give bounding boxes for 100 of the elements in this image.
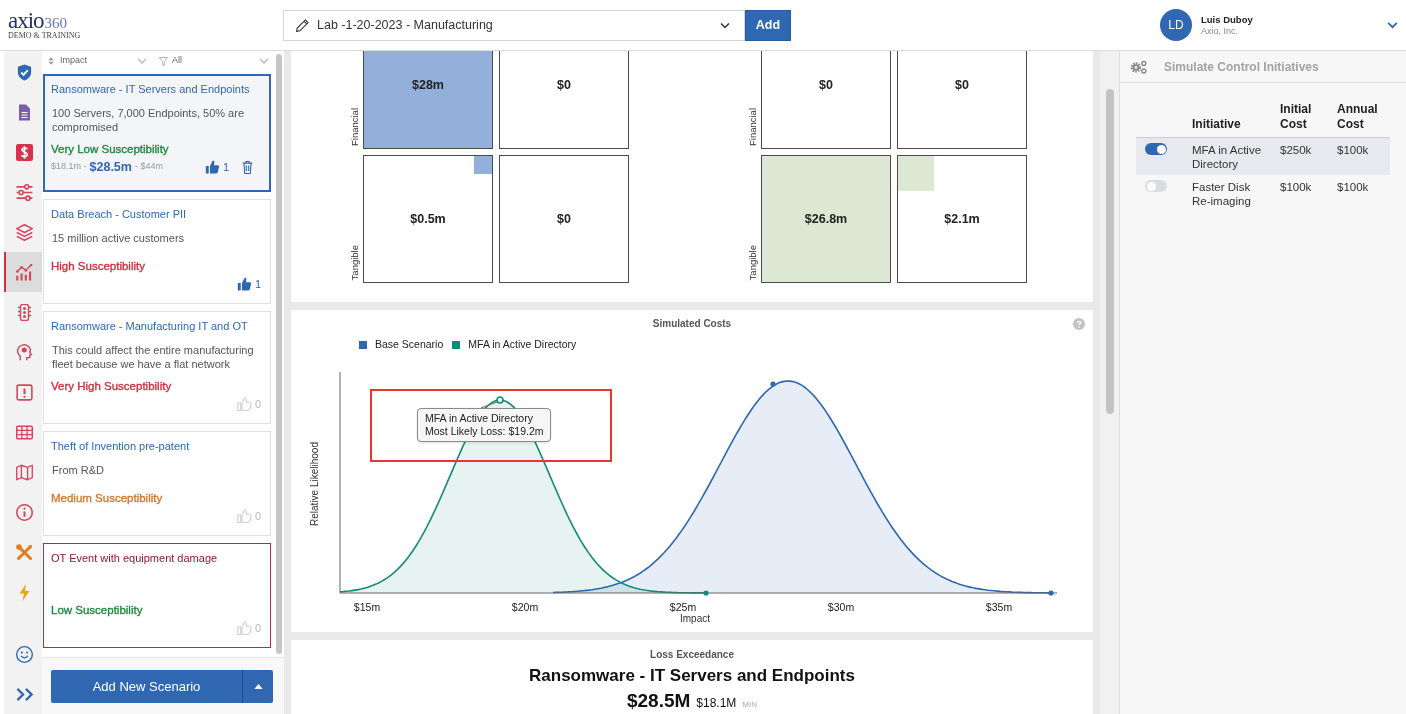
- scenario-title: Ransomware - Manufacturing IT and OT: [51, 319, 248, 333]
- scenario-card[interactable]: Ransomware - Manufacturing IT and OT This could affect the entire manufacturing fleet because we have a flat network Very High Susceptibility 0: [43, 311, 271, 424]
- trash-icon[interactable]: [242, 160, 253, 174]
- pencil-icon: [296, 18, 309, 32]
- double-chevron-icon: [15, 685, 33, 703]
- initial-cost: $250k: [1280, 143, 1313, 157]
- tooltip-series: MFA in Active Directory: [425, 412, 534, 425]
- row-label: Financial: [348, 107, 361, 146]
- max-cost: - $44m: [134, 160, 163, 174]
- chevron-down-icon: [720, 21, 730, 29]
- scenario-description: 15 million active customers: [51, 231, 186, 245]
- initial-cost: $100k: [1280, 180, 1313, 194]
- initiative-name: MFA in Active Directory: [1192, 143, 1263, 171]
- min-cost: $18.1m -: [51, 160, 87, 174]
- table-icon: [15, 423, 33, 441]
- likely-loss: $28.5M: [626, 690, 691, 711]
- shield-check-icon: [15, 63, 33, 81]
- legend-label[interactable]: MFA in Active Directory: [468, 337, 577, 353]
- tools-icon: [15, 543, 33, 561]
- x-tick-label: $30m: [827, 601, 855, 613]
- column-header: Initiative: [1192, 117, 1242, 132]
- cell-value: $0: [819, 76, 833, 94]
- user-company: Axio, Inc.: [1201, 25, 1239, 37]
- scrollbar-thumb[interactable]: [276, 54, 282, 654]
- row-label: Tangible: [746, 244, 759, 280]
- annual-cost: $100k: [1337, 143, 1370, 157]
- tooltip-value: Most Likely Loss: $19.2m: [425, 425, 544, 438]
- initiative-row[interactable]: Faster Disk Re-imaging $100k $100k: [1136, 175, 1390, 212]
- like-button[interactable]: 1: [236, 275, 261, 293]
- panel-title: Simulate Control Initiatives: [1164, 58, 1319, 76]
- scenario-card[interactable]: Ransomware - IT Servers and Endpoints 100 Servers, 7,000 Endpoints, 50% are compromised Very Low Susceptibility $18.1m - $28.5m - $44m 1: [43, 74, 271, 192]
- logo-wordmark: axio: [8, 10, 44, 31]
- filter-dropdown[interactable]: All: [159, 54, 269, 68]
- scenario-description: 100 Servers, 7,000 Endpoints, 50% are compromised: [51, 106, 245, 134]
- x-tick-label: $15m: [353, 601, 381, 613]
- scenario-title: Theft of Invention pre-patent: [51, 439, 190, 453]
- data-point-marker: [770, 381, 776, 387]
- traffic-light-icon: [15, 303, 33, 321]
- add-scenario-button[interactable]: Add New Scenario: [51, 670, 242, 703]
- x-tick-label: $35m: [985, 601, 1013, 613]
- section-title: Loss Exceedance: [650, 649, 734, 661]
- row-label: Tangible: [348, 244, 361, 280]
- bar-chart-icon: [15, 263, 33, 281]
- logo-tagline: DEMO & TRAINING: [8, 30, 81, 40]
- toggle-switch[interactable]: [1145, 180, 1167, 192]
- assessment-dropdown[interactable]: Lab -1-20-2023 - Manufacturing: [283, 9, 745, 41]
- smiley-icon: [15, 645, 33, 663]
- scenario-title: OT Event with equipment damage: [51, 551, 218, 565]
- cell-value: $0.5m: [410, 210, 446, 228]
- data-point-marker[interactable]: [496, 396, 504, 404]
- scenario-card[interactable]: Theft of Invention pre-patent From R&D Medium Susceptibility 0: [43, 431, 271, 536]
- min-label: MIN: [742, 700, 758, 710]
- scenario-description: This could affect the entire manufacturing fleet because we have a flat network: [51, 343, 255, 371]
- chevron-down-icon: [1387, 21, 1398, 29]
- scenario-card[interactable]: Data Breach - Customer PII 15 million active customers High Susceptibility 1: [43, 199, 271, 304]
- user-name: Luis Duboy: [1201, 13, 1253, 26]
- scenario-card[interactable]: OT Event with equipment damage Low Susceptibility 0: [43, 543, 271, 648]
- x-tick-label: $25m: [669, 601, 697, 613]
- column-header: Initial Cost: [1280, 102, 1313, 132]
- data-point-marker: [1048, 590, 1054, 596]
- head-icon: [15, 343, 33, 361]
- sort-icon: [48, 57, 54, 65]
- scenario-title: Ransomware - IT Servers and Endpoints: [51, 82, 250, 96]
- gears-icon: [1130, 59, 1148, 74]
- like-button[interactable]: 1: [204, 158, 229, 176]
- info-icon: [15, 503, 33, 521]
- susceptibility-label: Very Low Susceptibility: [51, 142, 169, 156]
- cell-value: $0: [557, 76, 571, 94]
- x-tick-label: $20m: [511, 601, 539, 613]
- add-button[interactable]: Add: [745, 9, 791, 41]
- column-header: Annual Cost: [1337, 102, 1379, 132]
- x-axis-title: Impact: [680, 613, 710, 624]
- cell-value: $0: [955, 76, 969, 94]
- toggle-switch[interactable]: [1145, 143, 1167, 155]
- dollar-icon: [15, 143, 33, 161]
- scenario-title: Data Breach - Customer PII: [51, 207, 187, 221]
- scrollbar-thumb[interactable]: [1105, 89, 1114, 414]
- cell-value: $2.1m: [944, 210, 980, 228]
- susceptibility-label: Very High Susceptibility: [51, 379, 172, 393]
- nav-item[interactable]: [4, 252, 42, 292]
- cell-value: $26.8m: [804, 210, 848, 228]
- exclamation-square-icon: [15, 383, 33, 401]
- annual-cost: $100k: [1337, 180, 1370, 194]
- cell-value: $28m: [412, 76, 444, 94]
- map-icon: [15, 463, 33, 481]
- scenario-heading: Ransomware - IT Servers and Endpoints: [529, 665, 855, 686]
- susceptibility-label: Medium Susceptibility: [51, 491, 163, 505]
- initiative-name: Faster Disk Re-imaging: [1192, 180, 1252, 208]
- sliders-icon: [15, 183, 33, 201]
- scenario-options-button[interactable]: [242, 670, 273, 703]
- chevron-down-icon: [137, 58, 147, 64]
- user-avatar[interactable]: LD: [1160, 9, 1192, 41]
- legend-label[interactable]: Base Scenario: [375, 337, 444, 353]
- susceptibility-label: Low Susceptibility: [51, 603, 143, 617]
- min-loss: $18.1M: [696, 696, 737, 710]
- cell-value: $0: [557, 210, 571, 228]
- initiative-row[interactable]: MFA in Active Directory $250k $100k: [1136, 138, 1390, 175]
- row-label: Financial: [746, 107, 759, 146]
- chart-title: Simulated Costs: [652, 318, 732, 330]
- sort-dropdown[interactable]: Impact: [48, 54, 147, 68]
